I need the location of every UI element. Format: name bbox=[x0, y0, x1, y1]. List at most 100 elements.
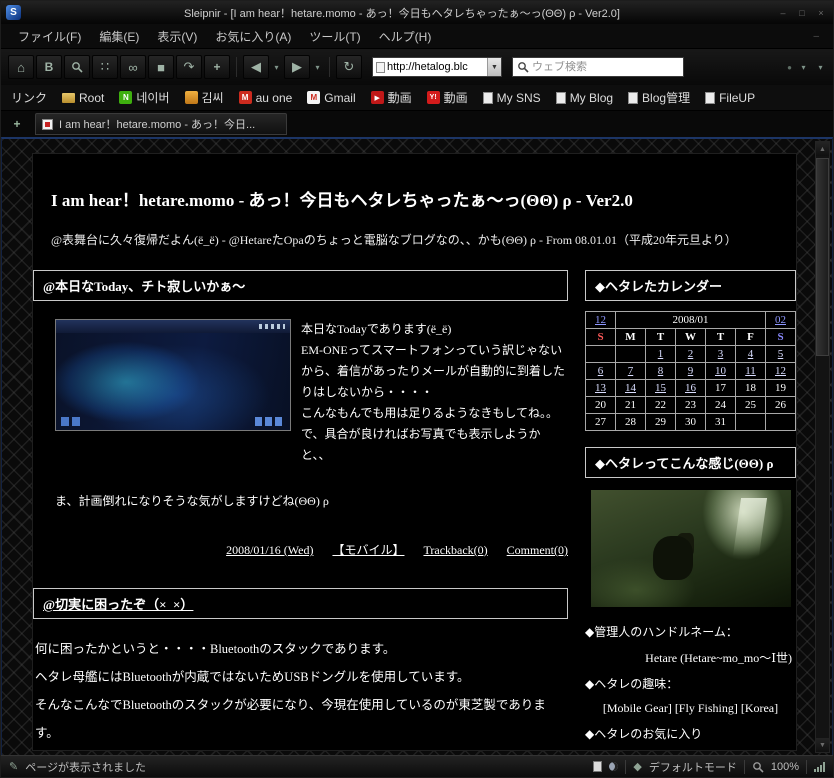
status-mode-label[interactable]: デフォルトモード bbox=[649, 759, 737, 775]
post2-title-bar[interactable]: @切実に困ったぞ（×_×） bbox=[33, 588, 568, 619]
link-blog-admin[interactable]: Blog管理 bbox=[628, 89, 690, 106]
back-history-dropdown[interactable]: ▾ bbox=[271, 55, 282, 79]
calendar-day-link[interactable]: 14 bbox=[615, 379, 646, 397]
tab-title: I am hear！hetare.momo - あっ！今日... bbox=[59, 119, 256, 131]
calendar-day-link[interactable]: 7 bbox=[615, 362, 646, 380]
link-root[interactable]: Root bbox=[62, 91, 104, 105]
home-button[interactable]: ⌂ bbox=[8, 55, 34, 79]
new-tab-button[interactable]: + bbox=[9, 116, 25, 132]
calendar-day bbox=[585, 345, 616, 363]
calendar-prev-month-link[interactable]: 12 bbox=[595, 314, 606, 326]
forward-button[interactable]: ▶ bbox=[284, 55, 310, 79]
calendar-day-link[interactable]: 3 bbox=[705, 345, 736, 363]
profile-title-bar: ◆ヘタレってこんな感じ(ΘΘ) ρ bbox=[585, 447, 796, 478]
calendar-day: 31 bbox=[705, 413, 736, 431]
forward-history-dropdown[interactable]: ▾ bbox=[312, 55, 323, 79]
zoom-level[interactable]: 100% bbox=[771, 761, 799, 773]
link-douga-1[interactable]: ▶ 動画 bbox=[370, 89, 412, 106]
post1-title-bar[interactable]: @本日なToday、チト寂しいかぁ～ bbox=[33, 270, 568, 301]
page-scrollbar[interactable]: ▲ ▼ bbox=[815, 141, 830, 753]
bookmarks-icon: B bbox=[44, 60, 54, 74]
bookmarks-button[interactable]: B bbox=[36, 55, 62, 79]
redo-button[interactable]: ↷ bbox=[176, 55, 202, 79]
em-one-screenshot-image bbox=[55, 319, 291, 431]
link-fileup[interactable]: FileUP bbox=[705, 91, 755, 105]
zoom-magnifier-icon[interactable] bbox=[752, 761, 764, 773]
sleipnir-logo-icon: S bbox=[6, 5, 21, 20]
status-moon-icon[interactable] bbox=[609, 762, 619, 771]
post2-title[interactable]: @切実に困ったぞ（×_×） bbox=[43, 597, 193, 612]
status-page-icon[interactable] bbox=[593, 761, 603, 772]
link-douga-2[interactable]: Y! 動画 bbox=[426, 89, 468, 106]
blog-title[interactable]: I am hear！hetare.momo - あっ！今日もヘタレちゃったぁ～っ… bbox=[51, 186, 778, 211]
post2-text: 何に困ったかというと・・・・Bluetoothのスタックであります。 ヘタレ母艦… bbox=[33, 619, 568, 750]
calendar-day-link[interactable]: 15 bbox=[645, 379, 676, 397]
yahoo-video-icon: Y! bbox=[426, 91, 440, 104]
post1-comment-link[interactable]: Comment(0) bbox=[507, 543, 568, 557]
post1-trackback-link[interactable]: Trackback(0) bbox=[423, 543, 487, 557]
menu-edit[interactable]: 編集(E) bbox=[90, 25, 148, 48]
calendar-day-link[interactable]: 2 bbox=[675, 345, 706, 363]
calendar-day: 21 bbox=[615, 396, 646, 414]
window-close-button[interactable]: × bbox=[814, 6, 828, 19]
page-icon bbox=[482, 91, 493, 104]
toolbar-overflow-dropdown[interactable]: ▾ bbox=[798, 55, 809, 79]
post2: @切実に困ったぞ（×_×） 何に困ったかというと・・・・Bluetoothのスタ… bbox=[33, 588, 568, 750]
calendar-day bbox=[765, 413, 796, 431]
day-header-sun: S bbox=[585, 328, 616, 346]
link-gmail[interactable]: M Gmail bbox=[307, 91, 356, 105]
link-my-sns[interactable]: My SNS bbox=[482, 91, 541, 105]
menu-view[interactable]: 表示(V) bbox=[148, 25, 206, 48]
back-button[interactable]: ◀ bbox=[243, 55, 269, 79]
link-my-blog[interactable]: My Blog bbox=[555, 90, 614, 105]
link-kim[interactable]: 김씨 bbox=[184, 89, 224, 106]
calendar-day-link[interactable]: 13 bbox=[585, 379, 616, 397]
menu-help[interactable]: ヘルプ(H) bbox=[370, 25, 441, 48]
menu-tools[interactable]: ツール(T) bbox=[300, 25, 369, 48]
menu-file[interactable]: ファイル(F) bbox=[9, 25, 90, 48]
post1-title[interactable]: @本日なToday、チト寂しいかぁ～ bbox=[43, 279, 245, 294]
status-dot-button[interactable]: ● bbox=[787, 63, 792, 72]
new-tab-toolbar-button[interactable]: + bbox=[204, 55, 230, 79]
calendar-day-link[interactable]: 10 bbox=[705, 362, 736, 380]
calendar-day-link[interactable]: 9 bbox=[675, 362, 706, 380]
calendar-day-link[interactable]: 8 bbox=[645, 362, 676, 380]
tab-active[interactable]: I am hear！hetare.momo - あっ！今日... bbox=[35, 113, 287, 135]
menubar-grip-icon[interactable]: – bbox=[813, 31, 825, 42]
calendar-day-link[interactable]: 6 bbox=[585, 362, 616, 380]
calendar-next-month-link[interactable]: 02 bbox=[775, 314, 786, 326]
scroll-down-arrow[interactable]: ▼ bbox=[816, 738, 829, 752]
window-minimize-button[interactable]: – bbox=[776, 6, 790, 19]
calendar-week-row: 6 7 8 9 10 11 12 bbox=[585, 362, 796, 380]
search-button[interactable] bbox=[64, 55, 90, 79]
window-maximize-button[interactable]: □ bbox=[795, 6, 809, 19]
post1-paragraph: EM-ONEってスマートフォンっていう訳じゃないから、着信があったりメールが自動… bbox=[301, 343, 566, 399]
em-one-signal-icons bbox=[259, 324, 285, 329]
web-search-input[interactable] bbox=[532, 61, 679, 73]
post1-date-link[interactable]: 2008/01/16 (Wed) bbox=[226, 543, 313, 557]
address-input[interactable] bbox=[385, 61, 487, 73]
chevron-down-icon: ▼ bbox=[491, 63, 498, 71]
link-naver[interactable]: N 네이버 bbox=[119, 89, 170, 106]
link-auone[interactable]: Mau one bbox=[238, 91, 292, 105]
link-button[interactable]: ∞ bbox=[120, 55, 146, 79]
post1-category-link[interactable]: 【モバイル】 bbox=[332, 543, 404, 557]
toolbar-options-dropdown[interactable]: ▾ bbox=[815, 55, 826, 79]
scroll-up-arrow[interactable]: ▲ bbox=[816, 142, 829, 156]
calendar-week-row: 13 14 15 16 17 18 19 bbox=[585, 379, 796, 397]
calendar-day-link[interactable]: 16 bbox=[675, 379, 706, 397]
calendar-day-link[interactable]: 1 bbox=[645, 345, 676, 363]
scrollbar-thumb[interactable] bbox=[816, 158, 829, 356]
calendar-day-link[interactable]: 4 bbox=[735, 345, 766, 363]
calendar-day-header-row: S M T W T F S bbox=[585, 328, 796, 346]
capture-button[interactable]: ■ bbox=[148, 55, 174, 79]
refresh-button[interactable]: ↻ bbox=[336, 55, 362, 79]
tile-view-button[interactable]: ∷ bbox=[92, 55, 118, 79]
menu-favorites[interactable]: お気に入り(A) bbox=[206, 25, 300, 48]
calendar-day-link[interactable]: 5 bbox=[765, 345, 796, 363]
calendar-day-link[interactable]: 12 bbox=[765, 362, 796, 380]
address-dropdown-button[interactable]: ▼ bbox=[487, 58, 501, 76]
link-label: My Blog bbox=[569, 90, 614, 105]
calendar-day-link[interactable]: 11 bbox=[735, 362, 766, 380]
web-search-bar bbox=[512, 57, 684, 77]
